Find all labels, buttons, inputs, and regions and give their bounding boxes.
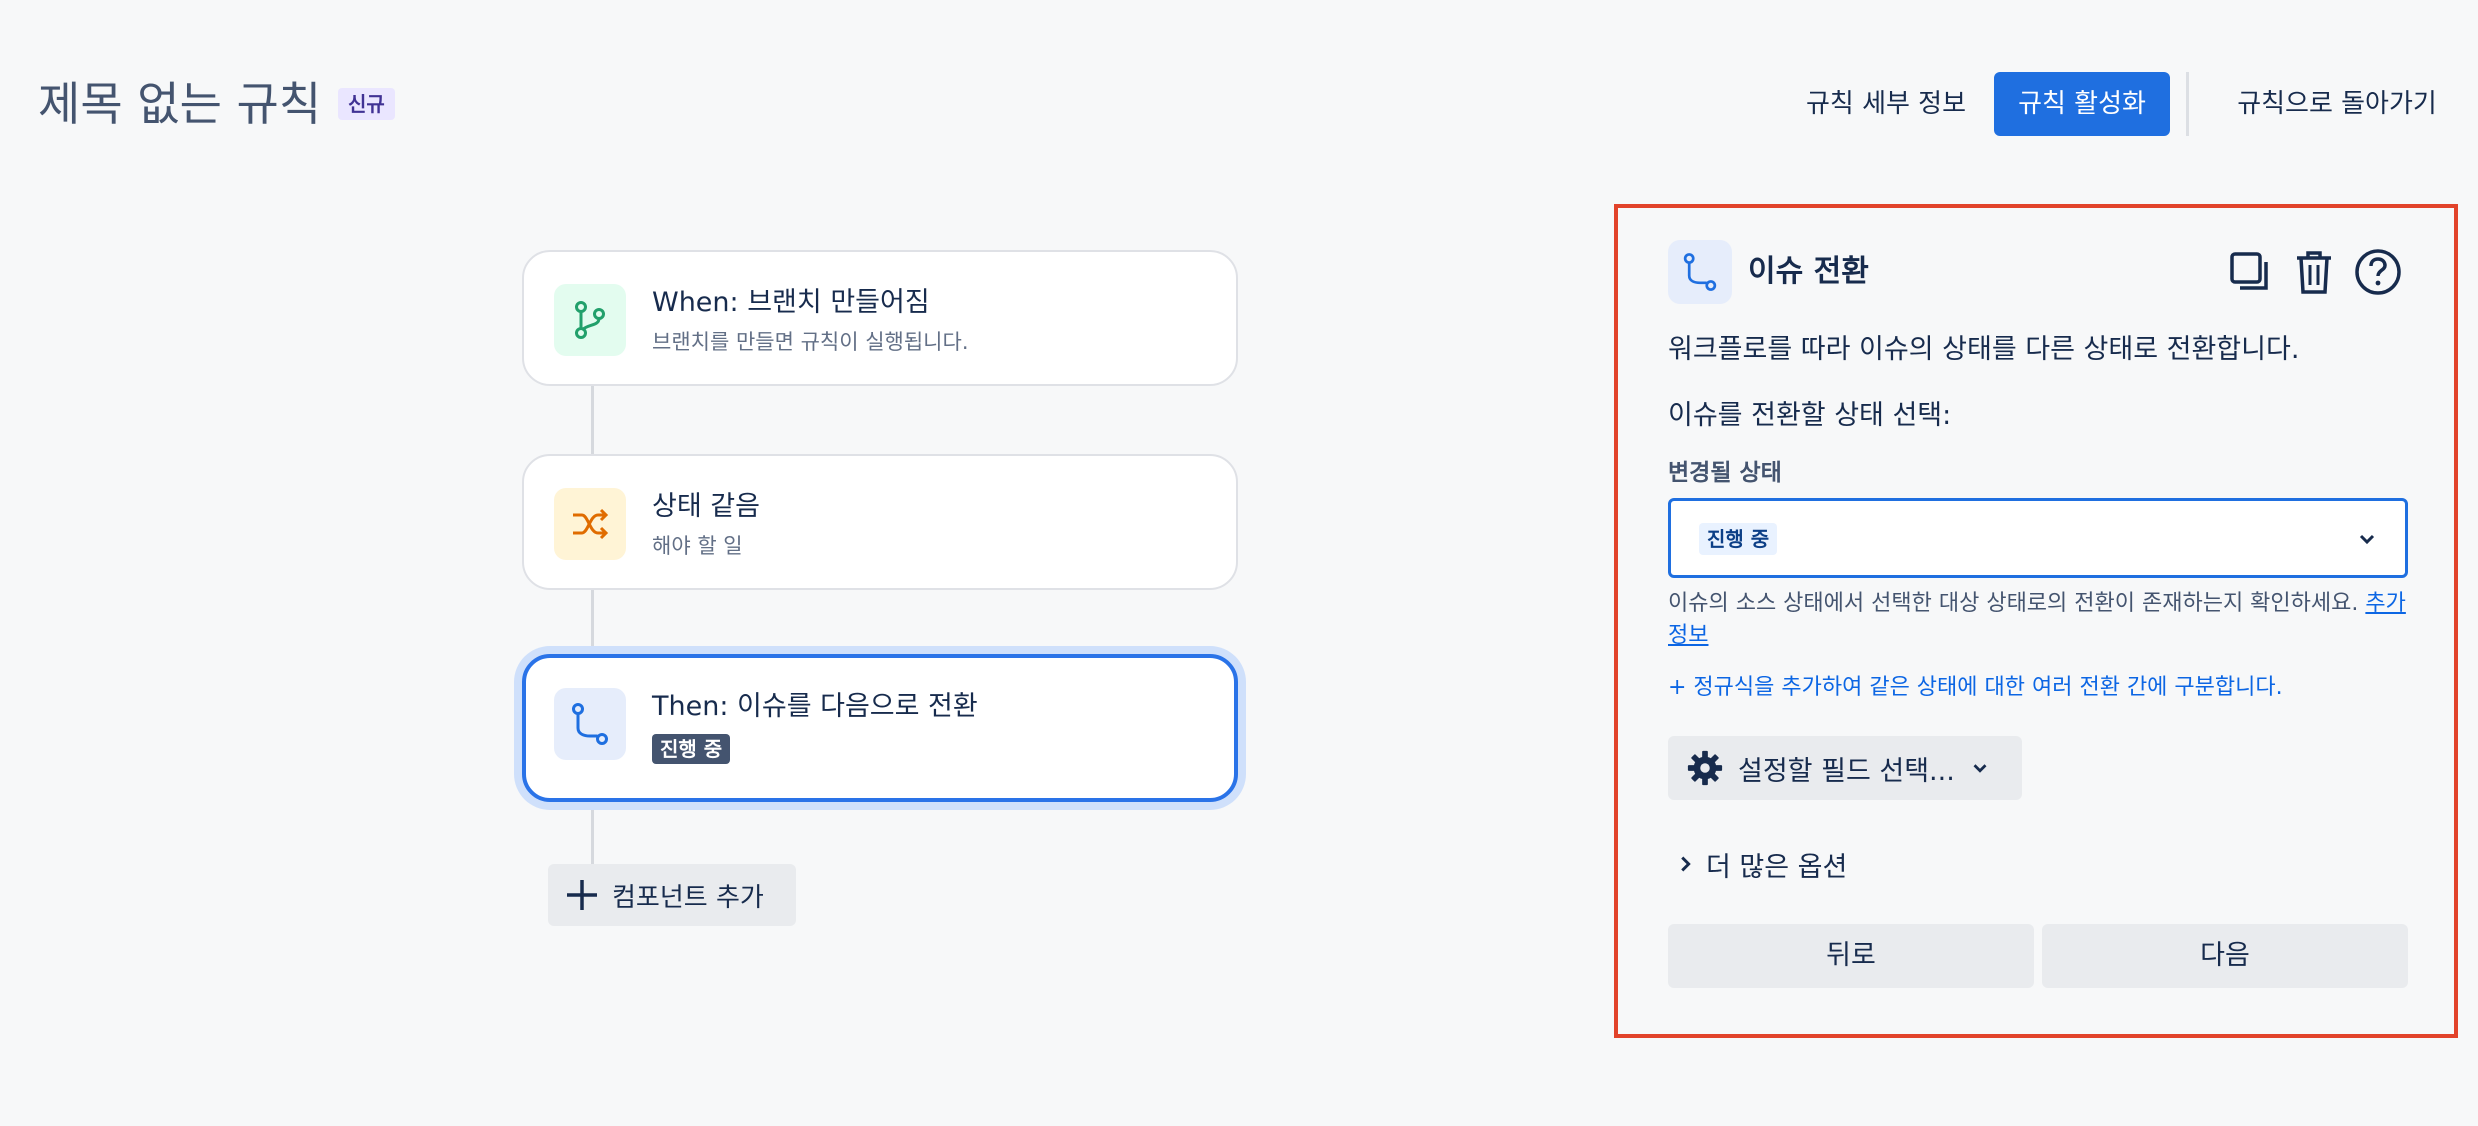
status-section-label: 이슈를 전환할 상태 선택: [1668,400,1952,431]
new-badge: 신규 [338,88,395,120]
plus-icon [564,877,600,913]
shuffle-icon [554,488,626,560]
flow-connector [591,590,594,654]
choose-fields-label: 설정할 필드 선택... [1738,755,1955,787]
activate-rule-button[interactable]: 규칙 활성화 [1994,72,2170,136]
chevron-down-icon [1973,764,1987,773]
copy-icon[interactable] [2222,244,2278,300]
trigger-title: When: 브랜치 만들어짐 [652,287,930,318]
helper-message: 이슈의 소스 상태에서 선택한 대상 상태로의 전환이 존재하는지 확인하세요. [1668,591,2366,616]
condition-node[interactable]: 상태 같음 해야 할 일 [522,454,1238,590]
add-regex-link[interactable]: + 정규식을 추가하여 같은 상태에 대한 여러 전환 간에 구분합니다. [1668,672,2283,704]
flow-connector [591,806,594,864]
panel-description: 워크플로를 따라 이슈의 상태를 다른 상태로 전환합니다. [1668,334,2300,365]
flow-connector [591,386,594,454]
destination-status-select[interactable]: 진행 중 [1668,498,2408,578]
selected-status-lozenge: 진행 중 [1699,523,1778,555]
help-icon[interactable] [2350,244,2406,300]
add-component-button[interactable]: 컴포넌트 추가 [548,864,796,926]
back-to-rules-button[interactable]: 규칙으로 돌아가기 [2214,72,2460,136]
add-component-label: 컴포넌트 추가 [612,882,764,913]
gear-icon [1687,750,1723,786]
rule-details-button[interactable]: 규칙 세부 정보 [1780,72,1992,136]
action-node[interactable]: Then: 이슈를 다음으로 전환 진행 중 [522,654,1238,802]
trigger-node[interactable]: When: 브랜치 만들어짐 브랜치를 만들면 규칙이 실행됩니다. [522,250,1238,386]
page-title: 제목 없는 규칙 [38,77,322,131]
next-button[interactable]: 다음 [2042,924,2408,988]
trash-icon[interactable] [2286,244,2342,300]
transition-icon [1668,240,1732,304]
config-panel: 이슈 전환 워크플로를 따라 이슈의 상태를 다른 상태로 전환합니다. 이슈를… [1614,204,2458,1038]
trigger-subtitle: 브랜치를 만들면 규칙이 실행됩니다. [652,330,969,354]
condition-title: 상태 같음 [652,491,760,522]
more-options-label: 더 많은 옵션 [1706,851,1848,883]
transition-icon [554,688,626,760]
helper-text: 이슈의 소스 상태에서 선택한 대상 상태로의 전환이 존재하는지 확인하세요.… [1668,588,2408,652]
branch-icon [554,284,626,356]
header-divider [2186,72,2189,136]
panel-title: 이슈 전환 [1748,254,1869,289]
condition-subtitle: 해야 할 일 [652,534,743,558]
status-lozenge: 진행 중 [652,734,731,764]
destination-status-label: 변경될 상태 [1668,460,1782,486]
back-button[interactable]: 뒤로 [1668,924,2034,988]
chevron-right-icon [1681,856,1691,872]
more-options-toggle[interactable]: 더 많은 옵션 [1674,844,1847,884]
choose-fields-button[interactable]: 설정할 필드 선택... [1668,736,2022,800]
chevron-down-icon [2359,534,2375,545]
action-title: Then: 이슈를 다음으로 전환 [652,691,978,722]
